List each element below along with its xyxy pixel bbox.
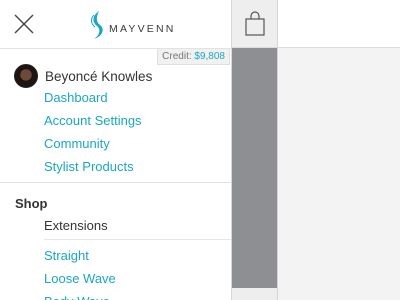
extensions-divider xyxy=(44,239,231,240)
overlay-footer xyxy=(230,288,277,300)
avatar xyxy=(14,64,38,88)
nav-link-dashboard[interactable]: Dashboard xyxy=(44,86,142,109)
section-divider xyxy=(0,182,231,183)
nav-link-loose-wave[interactable]: Loose Wave xyxy=(44,267,116,290)
shopping-bag-icon xyxy=(244,10,265,36)
shop-nav: Straight Loose Wave Body Wave xyxy=(44,244,116,300)
user-name: Beyoncé Knowles xyxy=(45,68,153,84)
account-nav: Dashboard Account Settings Community Sty… xyxy=(44,86,142,178)
credit-label: Credit: xyxy=(162,51,192,62)
mayvenn-logo-icon xyxy=(91,11,103,39)
slideout-menu: MAYVENN Credit: $9,808 Beyoncé Knowles D… xyxy=(0,0,232,300)
menu-header: MAYVENN xyxy=(0,0,231,49)
extensions-heading: Extensions xyxy=(44,218,108,233)
shop-heading: Shop xyxy=(15,196,48,211)
nav-link-body-wave[interactable]: Body Wave xyxy=(44,290,116,300)
close-icon xyxy=(14,14,34,34)
menu-overlay[interactable] xyxy=(230,48,277,288)
brand-logo[interactable]: MAYVENN xyxy=(88,10,176,40)
close-button[interactable] xyxy=(12,12,36,36)
brand-name: MAYVENN xyxy=(109,23,176,35)
nav-link-account-settings[interactable]: Account Settings xyxy=(44,109,142,132)
nav-link-community[interactable]: Community xyxy=(44,132,142,155)
page-border xyxy=(277,0,278,300)
cart-button[interactable] xyxy=(232,0,277,47)
nav-link-stylist-products[interactable]: Stylist Products xyxy=(44,155,142,178)
user-profile: Beyoncé Knowles xyxy=(14,64,152,88)
credit-badge: Credit: $9,808 xyxy=(157,49,230,65)
credit-value: $9,808 xyxy=(194,51,225,62)
nav-link-straight[interactable]: Straight xyxy=(44,244,116,267)
